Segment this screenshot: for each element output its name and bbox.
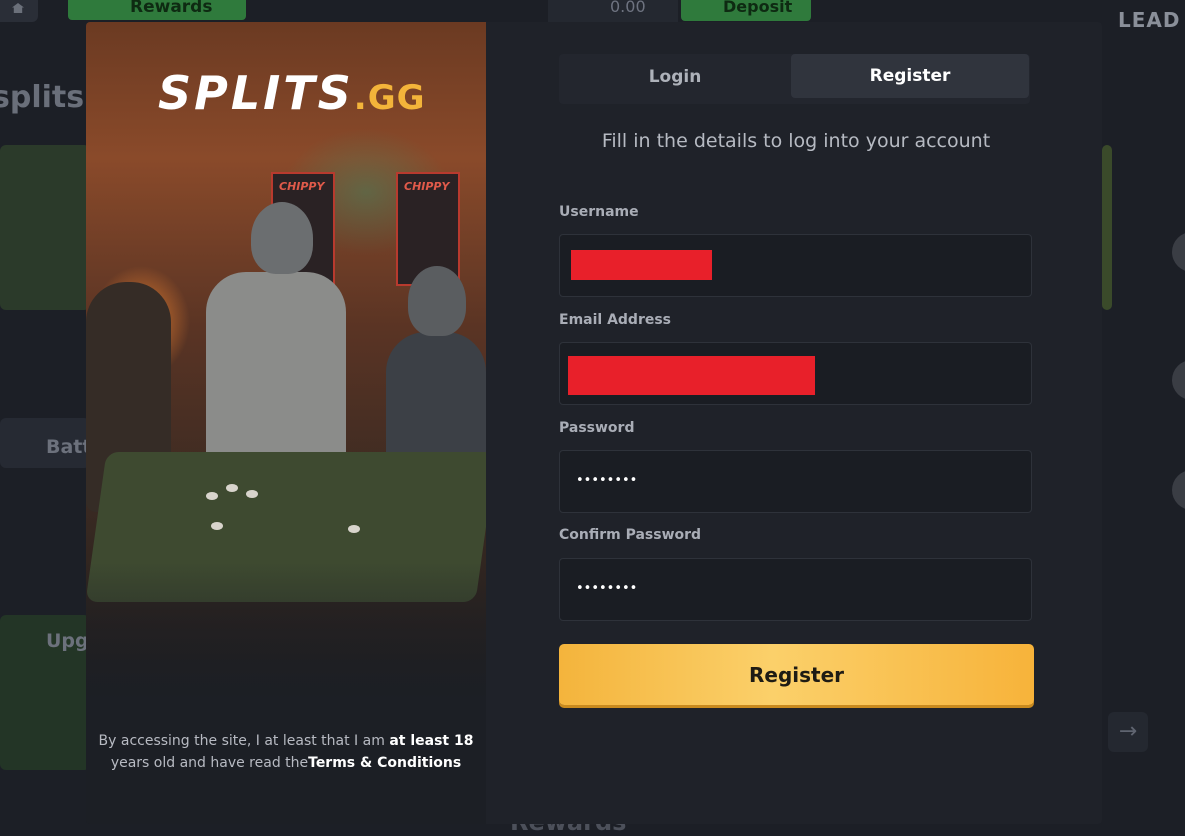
avatar xyxy=(1172,232,1185,272)
password-value: •••••••• xyxy=(576,473,638,488)
poker-chip xyxy=(246,490,258,498)
site-name: splits. xyxy=(0,80,96,115)
hero-panel: CHIPPY CHIPPY SPLITS.GG By accessing the… xyxy=(86,22,486,824)
hero-illustration: CHIPPY CHIPPY SPLITS.GG xyxy=(86,22,486,702)
terms-link[interactable]: Terms & Conditions xyxy=(308,755,461,771)
game-card[interactable] xyxy=(0,145,90,310)
redacted-value xyxy=(568,356,815,395)
poker-chip xyxy=(211,522,223,530)
confirm-password-label: Confirm Password xyxy=(559,527,702,543)
email-label: Email Address xyxy=(559,312,672,328)
avatar xyxy=(1172,360,1185,400)
site-logo: SPLITS.GG xyxy=(158,66,426,120)
confirm-password-field[interactable]: •••••••• xyxy=(559,558,1032,621)
password-field[interactable]: •••••••• xyxy=(559,450,1032,513)
poker-chip xyxy=(348,525,360,533)
upgrader-label: Upg xyxy=(46,630,89,652)
character xyxy=(206,272,346,462)
username-label: Username xyxy=(559,204,639,220)
redacted-value xyxy=(571,250,712,280)
tab-login[interactable]: Login xyxy=(559,54,791,104)
balance-display: 0.00 xyxy=(548,0,678,22)
username-field[interactable] xyxy=(559,234,1032,297)
poker-chip xyxy=(226,484,238,492)
email-field[interactable] xyxy=(559,342,1032,405)
auth-tabs: Login Register xyxy=(559,54,1030,104)
arrow-right-icon[interactable]: → xyxy=(1108,712,1148,752)
password-label: Password xyxy=(559,420,635,436)
confirm-password-value: •••••••• xyxy=(576,581,638,596)
deposit-button[interactable]: Deposit xyxy=(681,0,811,21)
poker-chip xyxy=(206,492,218,500)
side-card xyxy=(1102,145,1112,310)
battles-label: Batt xyxy=(46,436,92,458)
register-button[interactable]: Register xyxy=(559,644,1034,705)
age-requirement: at least 18 xyxy=(389,733,474,749)
tab-register[interactable]: Register xyxy=(791,54,1029,98)
top-navbar: Rewards 0.00 Deposit xyxy=(0,0,1185,22)
character-head xyxy=(408,266,466,336)
auth-modal: CHIPPY CHIPPY SPLITS.GG By accessing the… xyxy=(86,22,1102,824)
home-icon[interactable] xyxy=(0,0,38,22)
leaderboard-heading: LEAD xyxy=(1118,8,1181,32)
form-subtitle: Fill in the details to log into your acc… xyxy=(601,130,991,152)
age-disclaimer: By accessing the site, I at least that I… xyxy=(98,733,474,771)
poker-table xyxy=(86,452,486,602)
avatar xyxy=(1172,470,1185,510)
rewards-button[interactable]: Rewards xyxy=(68,0,246,20)
character-head xyxy=(251,202,313,274)
